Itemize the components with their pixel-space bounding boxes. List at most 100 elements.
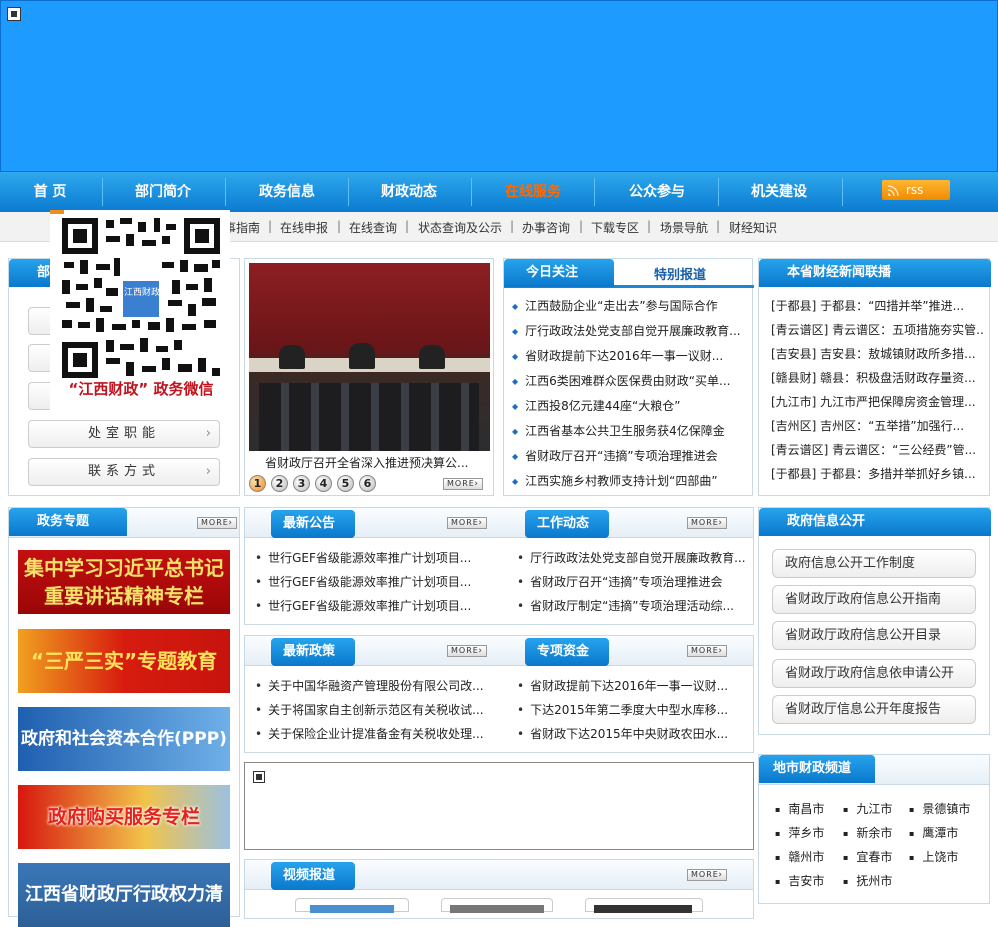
video-thumb[interactable] — [441, 898, 553, 913]
nav-finance-news[interactable]: 财政动态 — [358, 172, 460, 212]
contact-button[interactable]: 联系方式 — [28, 458, 220, 486]
video-thumb[interactable] — [585, 898, 703, 913]
subnav-finance-knowledge[interactable]: 财经知识 — [729, 219, 777, 236]
city-link[interactable]: 新余市 — [843, 824, 892, 841]
city-link[interactable]: 赣州市 — [775, 848, 824, 865]
special-funds-item[interactable]: 省财政提前下达2016年一事一议财... — [517, 677, 749, 694]
nav-office-building[interactable]: 机关建设 — [728, 172, 830, 212]
video-title: 视频报道 — [271, 862, 355, 890]
slide-number-5[interactable]: 5 — [337, 475, 354, 492]
qr-caption: “江西财政” 政务微信 — [68, 380, 214, 398]
focus-item[interactable]: 厅行政政法处党支部自觉开展廉政教育... — [512, 322, 747, 339]
county-news-item[interactable]: [青云谱区] 青云谱区：“三公经费”管... — [771, 441, 985, 458]
city-link[interactable]: 鹰潭市 — [909, 824, 958, 841]
subnav-scene-nav[interactable]: 场景导航 — [660, 219, 708, 236]
policy-item[interactable]: 关于将国家自主创新示范区有关税收试... — [255, 701, 495, 718]
gov-info-guide-button[interactable]: 省财政厅政府信息公开指南 — [772, 585, 976, 614]
nav-gov-info[interactable]: 政务信息 — [236, 172, 338, 212]
slide-number-1[interactable]: 1 — [249, 475, 266, 492]
special-funds-more-button[interactable]: MORE — [687, 645, 727, 657]
focus-item[interactable]: 江西省基本公共卫生服务获4亿保障金 — [512, 422, 747, 439]
gov-info-apply-button[interactable]: 省财政厅政府信息依申请公开 — [772, 659, 976, 688]
city-link[interactable]: 萍乡市 — [775, 824, 824, 841]
nav-online-service[interactable]: 在线服务 — [482, 172, 584, 212]
banner-power-list[interactable]: 江西省财政厅行政权力清单 — [18, 863, 230, 927]
announce-item[interactable]: 世行GEF省级能源效率推广计划项目... — [255, 573, 495, 590]
focus-item[interactable]: 江西投8亿元建44座“大粮仓” — [512, 397, 747, 414]
county-news-item[interactable]: [吉安县] 吉安县：敖城镇财政所多措... — [771, 345, 985, 362]
banner-study-speech[interactable]: 集中学习习近平总书记重要讲话精神专栏 — [18, 550, 230, 614]
tab-special-funds[interactable]: 专项资金 — [525, 638, 609, 666]
broken-image-icon — [7, 7, 21, 21]
announce-item[interactable]: 世行GEF省级能源效率推广计划项目... — [255, 549, 495, 566]
city-link[interactable]: 吉安市 — [775, 872, 824, 889]
county-news-item[interactable]: [于都县] 于都县：“四措并举”推进... — [771, 297, 985, 314]
nav-department[interactable]: 部门简介 — [112, 172, 214, 212]
policy-item[interactable]: 关于保险企业计提准备金有关税收处理... — [255, 725, 495, 742]
gov-info-annual-report-button[interactable]: 省财政厅信息公开年度报告 — [772, 695, 976, 724]
banner-gov-purchase[interactable]: 政府购买服务专栏 — [18, 785, 230, 849]
announce-item[interactable]: 世行GEF省级能源效率推广计划项目... — [255, 597, 495, 614]
work-news-item[interactable]: 厅行政政法处党支部自觉开展廉政教育... — [517, 549, 749, 566]
county-news-panel: 本省财经新闻联播 [于都县] 于都县：“四措并举”推进... [青云谱区] 青云… — [758, 258, 991, 496]
gov-info-catalog-button[interactable]: 省财政厅政府信息公开目录 — [772, 621, 976, 650]
tab-latest-announce[interactable]: 最新公告 — [271, 510, 355, 538]
city-link[interactable]: 九江市 — [843, 800, 892, 817]
banner-ppp[interactable]: 政府和社会资本合作(PPP) — [18, 707, 230, 771]
slideshow-more-button[interactable]: MORE — [443, 478, 483, 490]
county-news-item[interactable]: [青云谱区] 青云谱区：五项措施夯实管... — [771, 321, 985, 338]
special-funds-item[interactable]: 下达2015年第二季度大中型水库移... — [517, 701, 749, 718]
work-news-item[interactable]: 省财政厅制定“违摘”专项治理活动综... — [517, 597, 749, 614]
qr-logo-text: 江西财政 — [123, 288, 160, 298]
tab-latest-policy[interactable]: 最新政策 — [271, 638, 355, 666]
tab-today-focus[interactable]: 今日关注 — [504, 259, 614, 287]
subnav-consult[interactable]: 办事咨询 — [522, 219, 570, 236]
special-funds-item[interactable]: 省财政下达2015年中央财政农田水... — [517, 725, 749, 742]
subnav-status-query[interactable]: 状态查询及公示 — [418, 219, 502, 236]
work-news-more-button[interactable]: MORE — [687, 517, 727, 529]
county-news-item[interactable]: [吉州区] 吉州区：“五举措”加强行... — [771, 417, 985, 434]
subnav-online-query[interactable]: 在线查询 — [349, 219, 397, 236]
announce-more-button[interactable]: MORE — [447, 517, 487, 529]
county-news-item[interactable]: [赣县财] 赣县：积极盘活财政存量资... — [771, 369, 985, 386]
subnav-download[interactable]: 下载专区 — [591, 219, 639, 236]
focus-item[interactable]: 省财政提前下达2016年一事一议财... — [512, 347, 747, 364]
focus-item[interactable]: 江西6类困难群众医保费由财政“买单... — [512, 372, 747, 389]
slideshow-image[interactable] — [249, 263, 490, 451]
wechat-qr-popup[interactable]: 江西财政 “江西财政” 政务微信 — [50, 210, 230, 410]
slideshow-caption[interactable]: 省财政厅召开全省深入推进预决算公... — [265, 454, 475, 471]
topics-more-button[interactable]: MORE — [197, 517, 237, 529]
city-link[interactable]: 南昌市 — [775, 800, 824, 817]
county-news-item[interactable]: [九江市] 九江市严把保障房资金管理... — [771, 393, 985, 410]
nav-public-participation[interactable]: 公众参与 — [606, 172, 708, 212]
subnav-online-apply[interactable]: 在线申报 — [280, 219, 328, 236]
slide-number-6[interactable]: 6 — [359, 475, 376, 492]
tab-work-news[interactable]: 工作动态 — [525, 510, 609, 538]
duties-button[interactable]: 处室职能 — [28, 420, 220, 448]
slide-number-2[interactable]: 2 — [271, 475, 288, 492]
county-news-item[interactable]: [于都县] 于都县：多措并举抓好乡镇... — [771, 465, 985, 482]
nav-home[interactable]: 首 页 — [10, 172, 90, 212]
focus-item[interactable]: 省财政厅召开“违摘”专项治理推进会 — [512, 447, 747, 464]
ad-placeholder — [244, 762, 754, 850]
city-link[interactable]: 抚州市 — [843, 872, 892, 889]
focus-item[interactable]: 江西鼓励企业“走出去”参与国际合作 — [512, 297, 747, 314]
rss-button[interactable]: rss — [882, 180, 950, 200]
county-news-title: 本省财经新闻联播 — [759, 259, 991, 287]
focus-panel: 今日关注 特别报道 江西鼓励企业“走出去”参与国际合作 厅行政政法处党支部自觉开… — [503, 258, 754, 496]
gov-info-system-button[interactable]: 政府信息公开工作制度 — [772, 549, 976, 578]
policy-item[interactable]: 关于中国华融资产管理股份有限公司改... — [255, 677, 495, 694]
city-link[interactable]: 宜春市 — [843, 848, 892, 865]
policy-more-button[interactable]: MORE — [447, 645, 487, 657]
video-thumb[interactable] — [295, 898, 409, 913]
city-link[interactable]: 景德镇市 — [909, 800, 970, 817]
work-news-item[interactable]: 省财政厅召开“违摘”专项治理推进会 — [517, 573, 749, 590]
slide-number-3[interactable]: 3 — [293, 475, 310, 492]
banner-three-strict[interactable]: “三严三实”专题教育 — [18, 629, 230, 693]
tab-special-report[interactable]: 特别报道 — [654, 264, 706, 283]
slide-number-4[interactable]: 4 — [315, 475, 332, 492]
gov-info-title: 政府信息公开 — [759, 508, 991, 536]
video-more-button[interactable]: MORE — [687, 869, 727, 881]
city-link[interactable]: 上饶市 — [909, 848, 958, 865]
focus-item[interactable]: 江西实施乡村教师支持计划“四部曲” — [512, 472, 747, 489]
